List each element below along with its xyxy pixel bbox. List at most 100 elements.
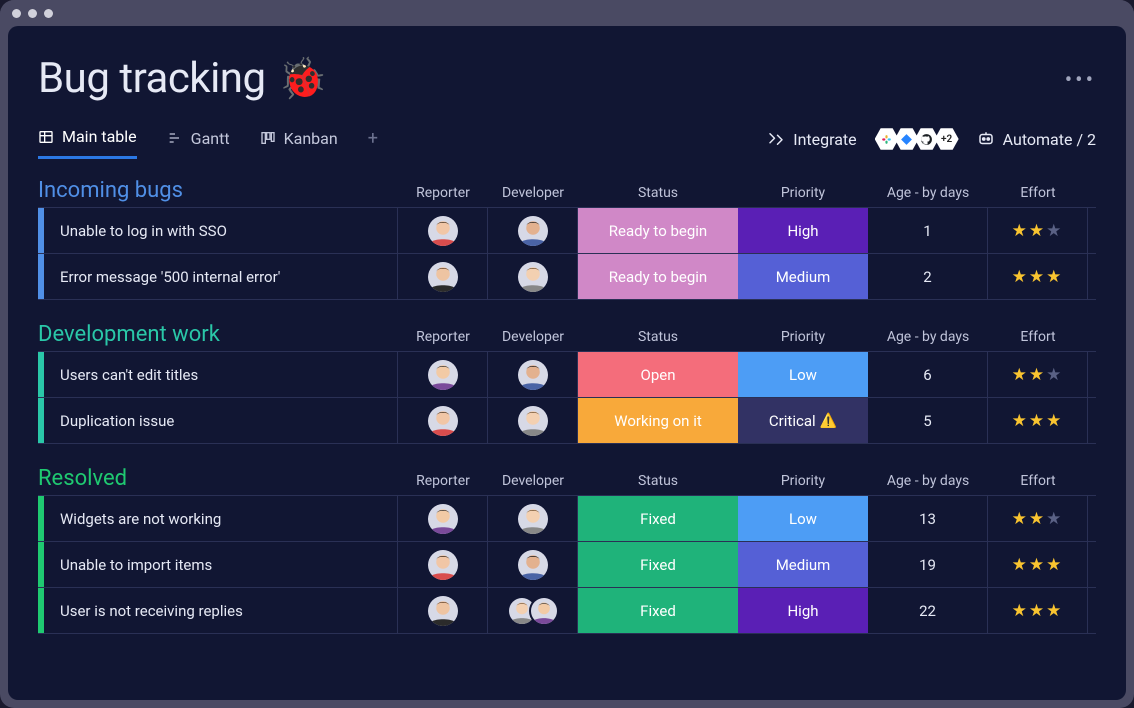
more-menu-button[interactable]: ••• — [1065, 54, 1096, 93]
item-name[interactable]: Unable to import items — [44, 542, 398, 587]
tab-gantt[interactable]: Gantt — [167, 129, 230, 158]
item-name[interactable]: Unable to log in with SSO — [44, 208, 398, 253]
item-name[interactable]: Widgets are not working — [44, 496, 398, 541]
window-dot[interactable] — [44, 9, 53, 18]
status-cell[interactable]: Fixed — [578, 588, 738, 633]
status-cell[interactable]: Ready to begin — [578, 254, 738, 299]
table-row[interactable]: User is not receiving replies FixedHigh22… — [38, 588, 1096, 634]
developer-cell[interactable] — [488, 542, 578, 587]
developer-avatar[interactable] — [518, 550, 548, 580]
group-title[interactable]: Incoming bugs — [38, 178, 398, 207]
reporter-cell[interactable] — [398, 398, 488, 443]
developer-cell[interactable] — [488, 254, 578, 299]
effort-cell[interactable]: ★★★ — [988, 398, 1088, 443]
column-header[interactable]: Priority — [738, 473, 868, 495]
column-header[interactable]: Status — [578, 185, 738, 207]
developer-avatar[interactable] — [518, 216, 548, 246]
age-cell[interactable]: 5 — [868, 398, 988, 443]
effort-cell[interactable]: ★★★ — [988, 254, 1088, 299]
integration-more: +2 — [935, 127, 959, 151]
developer-cell[interactable] — [488, 208, 578, 253]
effort-cell[interactable]: ★★★ — [988, 588, 1088, 633]
window-dot[interactable] — [12, 9, 21, 18]
add-column-button[interactable]: + — [1088, 182, 1096, 207]
item-name[interactable]: User is not receiving replies — [44, 588, 398, 633]
age-cell[interactable]: 6 — [868, 352, 988, 397]
table-row[interactable]: Duplication issue Working on itCritical ⚠… — [38, 398, 1096, 444]
age-cell[interactable]: 13 — [868, 496, 988, 541]
reporter-cell[interactable] — [398, 496, 488, 541]
effort-cell[interactable]: ★★★ — [988, 496, 1088, 541]
tab-main-table[interactable]: Main table — [38, 127, 137, 159]
status-cell[interactable]: Fixed — [578, 496, 738, 541]
priority-cell[interactable]: Low — [738, 352, 868, 397]
priority-cell[interactable]: High — [738, 588, 868, 633]
status-cell[interactable]: Working on it — [578, 398, 738, 443]
column-header[interactable]: Effort — [988, 473, 1088, 495]
age-cell[interactable]: 1 — [868, 208, 988, 253]
age-cell[interactable]: 19 — [868, 542, 988, 587]
column-header[interactable]: Age - by days — [868, 185, 988, 207]
developer-avatar[interactable] — [518, 504, 548, 534]
column-header[interactable]: Age - by days — [868, 329, 988, 351]
effort-cell[interactable]: ★★★ — [988, 542, 1088, 587]
group-title[interactable]: Development work — [38, 322, 398, 351]
developer-cell[interactable] — [488, 588, 578, 633]
column-header[interactable]: Effort — [988, 329, 1088, 351]
priority-cell[interactable]: Low — [738, 496, 868, 541]
reporter-cell[interactable] — [398, 352, 488, 397]
page-title-text: Bug tracking — [38, 54, 266, 103]
integrate-button[interactable]: Integrate — [767, 130, 856, 149]
developer-avatar[interactable] — [518, 360, 548, 390]
add-column-button[interactable]: + — [1088, 326, 1096, 351]
age-cell[interactable]: 2 — [868, 254, 988, 299]
priority-cell[interactable]: High — [738, 208, 868, 253]
status-cell[interactable]: Fixed — [578, 542, 738, 587]
add-view-button[interactable]: + — [368, 128, 378, 159]
developer-cell[interactable] — [488, 398, 578, 443]
column-header[interactable]: Priority — [738, 329, 868, 351]
integration-icons[interactable]: +2 — [875, 127, 959, 151]
developer-avatar[interactable] — [518, 406, 548, 436]
group-title[interactable]: Resolved — [38, 466, 398, 495]
table-row[interactable]: Unable to log in with SSO Ready to beginH… — [38, 208, 1096, 254]
status-cell[interactable]: Open — [578, 352, 738, 397]
reporter-cell[interactable] — [398, 542, 488, 587]
developer-cell[interactable] — [488, 352, 578, 397]
add-column-button[interactable]: + — [1088, 470, 1096, 495]
column-header[interactable]: Priority — [738, 185, 868, 207]
effort-cell[interactable]: ★★★ — [988, 352, 1088, 397]
column-header[interactable]: Status — [578, 473, 738, 495]
item-name[interactable]: Error message '500 internal error' — [44, 254, 398, 299]
table-row[interactable]: Unable to import items FixedMedium19★★★ — [38, 542, 1096, 588]
column-header[interactable]: Status — [578, 329, 738, 351]
table-row[interactable]: Error message '500 internal error' Ready … — [38, 254, 1096, 300]
reporter-cell[interactable] — [398, 208, 488, 253]
priority-cell[interactable]: Medium — [738, 542, 868, 587]
column-header[interactable]: Developer — [488, 473, 578, 495]
age-cell[interactable]: 22 — [868, 588, 988, 633]
priority-cell[interactable]: Critical ⚠️ — [738, 398, 868, 443]
column-header[interactable]: Reporter — [398, 473, 488, 495]
item-name[interactable]: Users can't edit titles — [44, 352, 398, 397]
column-header[interactable]: Reporter — [398, 185, 488, 207]
column-header[interactable]: Reporter — [398, 329, 488, 351]
developer-cell[interactable] — [488, 496, 578, 541]
column-header[interactable]: Developer — [488, 329, 578, 351]
status-cell[interactable]: Ready to begin — [578, 208, 738, 253]
table-row[interactable]: Widgets are not working FixedLow13★★★ — [38, 496, 1096, 542]
column-header[interactable]: Effort — [988, 185, 1088, 207]
developer-avatars[interactable] — [507, 596, 559, 626]
item-name[interactable]: Duplication issue — [44, 398, 398, 443]
column-header[interactable]: Developer — [488, 185, 578, 207]
priority-cell[interactable]: Medium — [738, 254, 868, 299]
developer-avatar[interactable] — [518, 262, 548, 292]
effort-cell[interactable]: ★★★ — [988, 208, 1088, 253]
column-header[interactable]: Age - by days — [868, 473, 988, 495]
window-dot[interactable] — [28, 9, 37, 18]
reporter-cell[interactable] — [398, 588, 488, 633]
reporter-cell[interactable] — [398, 254, 488, 299]
table-row[interactable]: Users can't edit titles OpenLow6★★★ — [38, 352, 1096, 398]
tab-kanban[interactable]: Kanban — [260, 129, 338, 158]
automate-button[interactable]: Automate / 2 — [977, 130, 1096, 149]
